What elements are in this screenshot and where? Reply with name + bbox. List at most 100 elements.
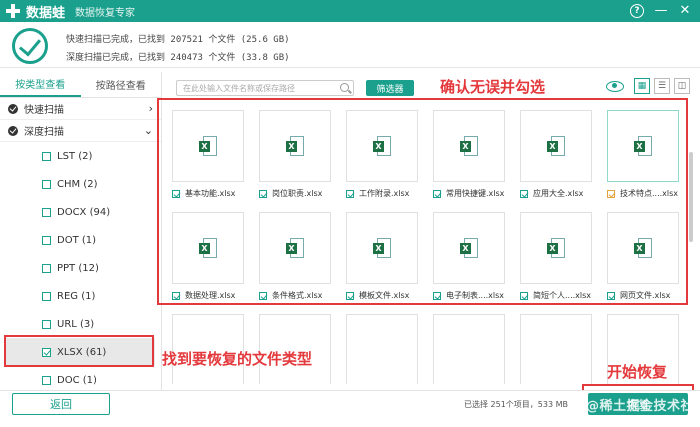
file-type-checkbox[interactable] xyxy=(42,375,51,385)
file-card[interactable] xyxy=(520,314,592,384)
file-thumbnail[interactable]: X xyxy=(346,110,418,182)
file-card[interactable]: X 数据处理.xlsx xyxy=(172,212,244,301)
file-type-item[interactable]: DOT (1) xyxy=(0,226,161,254)
file-caption: 模板文件.xlsx xyxy=(346,290,418,301)
file-thumbnail[interactable]: X xyxy=(259,212,331,284)
file-thumbnail[interactable]: X xyxy=(520,110,592,182)
file-card[interactable]: X 电子制表....xlsx xyxy=(433,212,505,301)
file-type-item[interactable]: LST (2) xyxy=(0,142,161,170)
file-thumbnail[interactable]: X xyxy=(172,110,244,182)
tab-by-type[interactable]: 按类型查看 xyxy=(0,72,81,97)
scrollbar-thumb[interactable] xyxy=(689,152,693,242)
file-type-checkbox[interactable] xyxy=(42,207,51,217)
file-card[interactable]: X 网页文件.xlsx xyxy=(607,212,679,301)
view-controls: ▦ ☰ ◫ xyxy=(606,78,690,94)
file-card[interactable]: X 条件格式.xlsx xyxy=(259,212,331,301)
file-type-label: REG (1) xyxy=(57,290,96,302)
app-subtitle: 数据恢复专家 xyxy=(75,7,136,19)
file-type-item[interactable]: CHM (2) xyxy=(0,170,161,198)
file-type-checkbox[interactable] xyxy=(42,347,51,357)
file-type-item[interactable]: REG (1) xyxy=(0,282,161,310)
file-type-item[interactable]: URL (3) xyxy=(0,310,161,338)
excel-file-icon: X xyxy=(373,238,391,258)
file-type-item[interactable]: DOC (1) xyxy=(0,366,161,390)
file-card[interactable] xyxy=(433,314,505,384)
file-type-item[interactable]: XLSX (61) xyxy=(6,338,155,366)
file-name: 岗位职责.xlsx xyxy=(272,189,323,198)
file-checkbox[interactable] xyxy=(172,189,180,198)
file-card[interactable] xyxy=(346,314,418,384)
grid-scrollbar[interactable] xyxy=(688,102,694,384)
file-checkbox[interactable] xyxy=(259,189,267,198)
file-card[interactable]: X 基本功能.xlsx xyxy=(172,110,244,199)
file-thumbnail[interactable] xyxy=(346,314,418,384)
file-thumbnail[interactable]: X xyxy=(520,212,592,284)
file-caption: 基本功能.xlsx xyxy=(172,188,244,199)
file-caption: 简短个人....xlsx xyxy=(520,290,592,301)
file-checkbox[interactable] xyxy=(346,189,354,198)
file-checkbox[interactable] xyxy=(433,291,441,300)
file-card[interactable]: X 岗位职责.xlsx xyxy=(259,110,331,199)
file-name: 电子制表....xlsx xyxy=(446,291,505,300)
file-checkbox[interactable] xyxy=(259,291,267,300)
excel-file-icon: X xyxy=(373,136,391,156)
file-type-checkbox[interactable] xyxy=(42,319,51,329)
file-card[interactable]: X 应用大全.xlsx xyxy=(520,110,592,199)
file-type-checkbox[interactable] xyxy=(42,179,51,189)
minimize-button[interactable]: — xyxy=(654,4,668,18)
file-name: 常用快捷键.xlsx xyxy=(446,189,505,198)
file-thumbnail[interactable]: X xyxy=(346,212,418,284)
file-checkbox[interactable] xyxy=(433,189,441,198)
file-thumbnail[interactable]: X xyxy=(259,110,331,182)
back-button[interactable]: 返回 xyxy=(12,393,110,415)
file-name: 模板文件.xlsx xyxy=(359,291,410,300)
preview-eye-icon[interactable] xyxy=(606,80,624,92)
file-thumbnail[interactable] xyxy=(433,314,505,384)
file-type-item[interactable]: DOCX (94) xyxy=(0,198,161,226)
help-icon[interactable]: ? xyxy=(630,4,644,18)
file-thumbnail[interactable] xyxy=(520,314,592,384)
file-card[interactable]: X 模板文件.xlsx xyxy=(346,212,418,301)
close-button[interactable]: ✕ xyxy=(678,4,692,18)
check-circle-icon[interactable] xyxy=(8,103,18,114)
file-type-label: CHM (2) xyxy=(57,178,98,190)
file-type-checkbox[interactable] xyxy=(42,235,51,245)
file-thumbnail[interactable]: X xyxy=(607,110,679,182)
file-checkbox[interactable] xyxy=(520,291,528,300)
file-card[interactable]: X 常用快捷键.xlsx xyxy=(433,110,505,199)
check-circle-icon[interactable] xyxy=(8,125,18,136)
file-card[interactable]: X 工作附录.xlsx xyxy=(346,110,418,199)
detail-view-icon[interactable]: ◫ xyxy=(674,78,690,94)
file-type-checkbox[interactable] xyxy=(42,151,51,161)
file-type-item[interactable]: PPT (12) xyxy=(0,254,161,282)
chevron-down-icon[interactable]: ⌄ xyxy=(144,124,153,137)
file-card[interactable]: X 技术特点....xlsx xyxy=(607,110,679,199)
search-input[interactable]: 在此处输入文件名称或保存路径 xyxy=(176,80,354,96)
file-checkbox[interactable] xyxy=(607,291,615,300)
filter-button[interactable]: 筛选器 xyxy=(366,80,414,96)
tree-group-deep-scan[interactable]: 深度扫描 ⌄ xyxy=(0,120,161,142)
list-view-icon[interactable]: ☰ xyxy=(654,78,670,94)
sidebar-tabs: 按类型查看 按路径查看 xyxy=(0,72,161,98)
file-caption: 岗位职责.xlsx xyxy=(259,188,331,199)
file-checkbox[interactable] xyxy=(607,189,615,198)
grid-view-icon[interactable]: ▦ xyxy=(634,78,650,94)
file-caption: 工作附录.xlsx xyxy=(346,188,418,199)
chevron-right-icon[interactable]: › xyxy=(149,102,153,115)
file-thumbnail[interactable]: X xyxy=(433,110,505,182)
file-type-label: XLSX (61) xyxy=(57,346,107,358)
tree-group-quick-scan[interactable]: 快速扫描 › xyxy=(0,98,161,120)
file-checkbox[interactable] xyxy=(520,189,528,198)
file-type-checkbox[interactable] xyxy=(42,263,51,273)
file-card[interactable]: X 简短个人....xlsx xyxy=(520,212,592,301)
toolbar: 在此处输入文件名称或保存路径 筛选器 ▦ ☰ ◫ xyxy=(162,72,700,102)
file-checkbox[interactable] xyxy=(346,291,354,300)
file-type-checkbox[interactable] xyxy=(42,291,51,301)
search-icon[interactable] xyxy=(340,83,349,92)
file-thumbnail[interactable]: X xyxy=(172,212,244,284)
file-thumbnail[interactable]: X xyxy=(433,212,505,284)
file-type-list: LST (2) CHM (2) DOCX (94) DOT (1) PPT (12) RE… xyxy=(0,142,161,390)
file-checkbox[interactable] xyxy=(172,291,180,300)
tab-by-path[interactable]: 按路径查看 xyxy=(81,72,162,97)
file-thumbnail[interactable]: X xyxy=(607,212,679,284)
